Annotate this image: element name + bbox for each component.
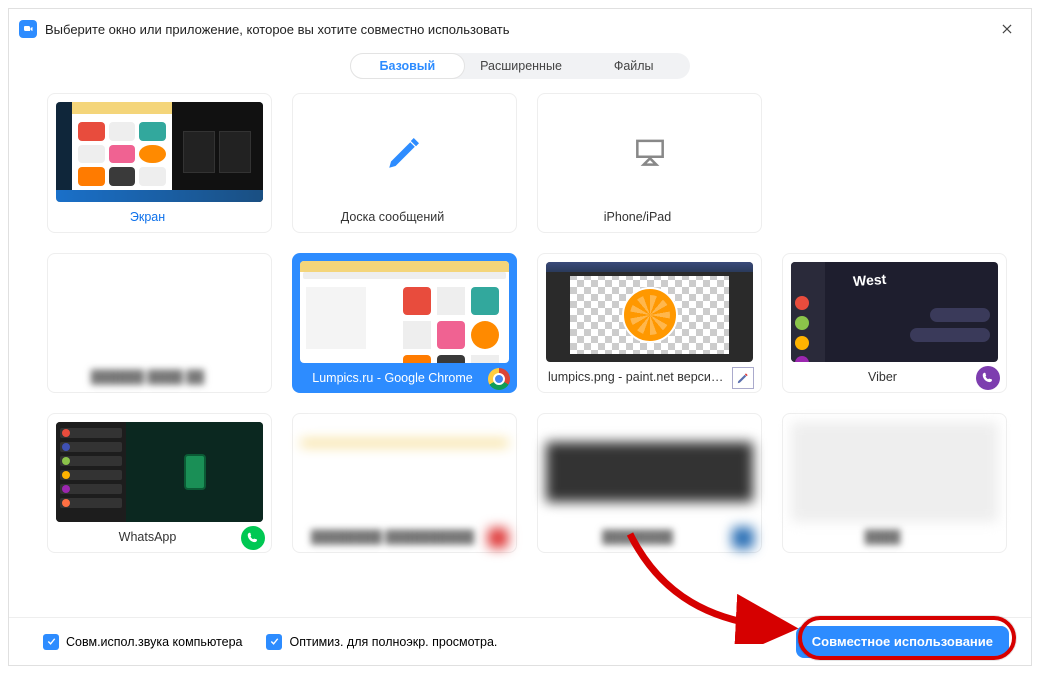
thumb-hidden-1: [56, 262, 263, 362]
thumb-paintnet: [546, 262, 753, 362]
card-iphone[interactable]: iPhone/iPad: [537, 93, 762, 233]
close-icon: [1000, 22, 1014, 36]
titlebar: Выберите окно или приложение, которое вы…: [9, 9, 1031, 45]
card-whiteboard-label: Доска сообщений: [293, 202, 516, 232]
thumb-chrome: [300, 261, 509, 363]
viber-icon: [976, 366, 1000, 390]
card-viber-label: Viber: [783, 362, 1006, 392]
tab-basic[interactable]: Базовый: [350, 53, 465, 79]
share-grid: Экран Доска сообщений iPhone/iPad ██████…: [9, 93, 1031, 617]
checkbox-optimize-video[interactable]: Оптимиз. для полноэкр. просмотра.: [266, 634, 497, 650]
checkbox-share-audio-label: Совм.испол.звука компьютера: [66, 635, 242, 649]
card-chrome-label: Lumpics.ru - Google Chrome: [292, 363, 517, 393]
card-hidden-4[interactable]: ████: [782, 413, 1007, 553]
card-hidden-3-label: ████████: [538, 522, 761, 552]
zoom-logo-icon: [19, 20, 37, 38]
card-screen[interactable]: Экран: [47, 93, 272, 233]
tabs: Базовый Расширенные Файлы: [350, 53, 690, 79]
row1-spacer: [782, 93, 1007, 233]
card-whiteboard[interactable]: Доска сообщений: [292, 93, 517, 233]
checkbox-share-audio[interactable]: Совм.испол.звука компьютера: [43, 634, 242, 650]
hidden-2-icon: [486, 526, 510, 550]
card-hidden-1[interactable]: ██████ ████ ██: [47, 253, 272, 393]
share-dialog: Выберите окно или приложение, которое вы…: [8, 8, 1032, 666]
window-title: Выберите окно или приложение, которое вы…: [45, 22, 510, 37]
paintnet-icon: [731, 366, 755, 390]
card-whatsapp-label: WhatsApp: [48, 522, 271, 552]
thumb-whiteboard: [301, 102, 508, 202]
card-hidden-3[interactable]: ████████: [537, 413, 762, 553]
whatsapp-icon: [241, 526, 265, 550]
checkbox-optimize-label: Оптимиз. для полноэкр. просмотра.: [289, 635, 497, 649]
thumb-whatsapp: [56, 422, 263, 522]
thumb-iphone: [546, 102, 753, 202]
card-hidden-1-label: ██████ ████ ██: [48, 362, 271, 392]
tab-advanced[interactable]: Расширенные: [465, 53, 578, 79]
thumb-viber: West: [791, 262, 998, 362]
chrome-icon: [487, 367, 511, 391]
airplay-icon: [631, 133, 669, 171]
thumb-hidden-4: [791, 422, 998, 522]
thumb-hidden-2: [301, 422, 508, 522]
card-hidden-2[interactable]: ████████ ██████████: [292, 413, 517, 553]
checkbox-checked-icon: [43, 634, 59, 650]
card-paintnet[interactable]: lumpics.png - paint.net версия 4...: [537, 253, 762, 393]
card-paintnet-label: lumpics.png - paint.net версия 4...: [538, 362, 761, 392]
card-screen-label: Экран: [48, 202, 271, 232]
footer: Совм.испол.звука компьютера Оптимиз. для…: [9, 617, 1031, 665]
card-whatsapp[interactable]: WhatsApp: [47, 413, 272, 553]
tab-files[interactable]: Файлы: [577, 53, 690, 79]
card-hidden-4-label: ████: [783, 522, 1006, 552]
pencil-icon: [384, 131, 426, 173]
thumb-screen: [56, 102, 263, 202]
card-hidden-2-label: ████████ ██████████: [293, 522, 516, 552]
card-chrome[interactable]: Lumpics.ru - Google Chrome: [292, 253, 517, 393]
close-button[interactable]: [993, 15, 1021, 43]
hidden-3-icon: [731, 526, 755, 550]
share-button[interactable]: Совместное использование: [796, 626, 1009, 658]
thumb-hidden-3: [546, 422, 753, 522]
card-viber[interactable]: West Viber: [782, 253, 1007, 393]
checkbox-checked-icon: [266, 634, 282, 650]
card-iphone-label: iPhone/iPad: [538, 202, 761, 232]
